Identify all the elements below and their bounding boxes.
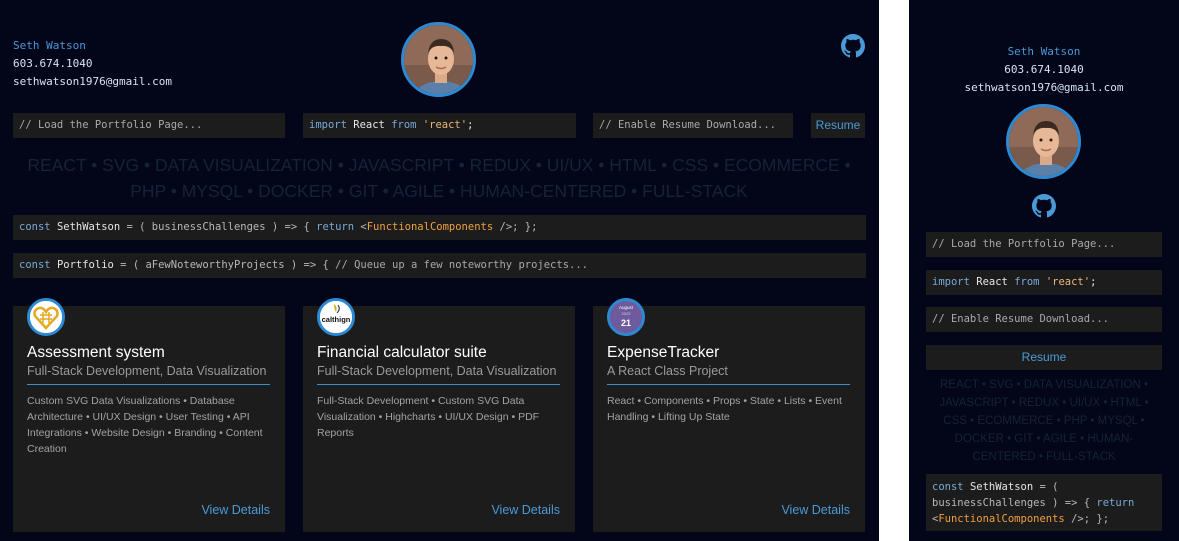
avatar: [401, 22, 476, 97]
enable-resume-text: // Enable Resume Download...: [932, 313, 1110, 325]
view-details-link[interactable]: View Details: [491, 503, 560, 517]
const-keyword: const: [932, 481, 964, 493]
enable-resume-text: // Enable Resume Download...: [599, 119, 777, 131]
load-portfolio-bar[interactable]: // Load the Portfolio Page...: [13, 113, 285, 138]
divider: [27, 384, 270, 385]
project-card[interactable]: August 2022 21 ExpenseTracker A React Cl…: [593, 298, 865, 532]
function-name: SethWatson: [969, 481, 1034, 493]
mobile-view: Seth Watson 603.674.1040 sethwatson1976@…: [909, 0, 1179, 541]
contact-name: Seth Watson: [13, 39, 86, 52]
avatar: [1006, 104, 1081, 179]
load-portfolio-text: // Load the Portfolio Page...: [932, 238, 1116, 250]
import-from: from: [391, 119, 417, 131]
function-name: SethWatson: [56, 221, 121, 233]
load-portfolio-text: // Load the Portfolio Page...: [19, 119, 203, 131]
desktop-view: Seth Watson 603.674.1040 sethwatson1976@…: [0, 0, 879, 541]
contact-phone[interactable]: 603.674.1040: [909, 61, 1179, 79]
portfolio-code-line: const Portfolio = ( aFewNoteworthyProjec…: [13, 253, 866, 278]
skills-list: REACT • SVG • DATA VISUALIZATION • JAVAS…: [27, 155, 851, 201]
jsx-component-name: FunctionalComponents: [938, 513, 1065, 525]
project-subtitle: Full-Stack Development, Data Visualizati…: [27, 364, 267, 378]
contact-info: Seth Watson 603.674.1040 sethwatson1976@…: [13, 37, 172, 91]
calthign-logo-icon: calthign: [317, 298, 355, 336]
project-title: Assessment system: [27, 344, 165, 361]
import-react: React: [976, 276, 1008, 288]
project-title: Financial calculator suite: [317, 344, 487, 361]
jsx-component-name: FunctionalComponents: [366, 221, 494, 233]
contact-phone[interactable]: 603.674.1040: [13, 55, 172, 73]
function-signature: = ( aFewNoteworthyProjects ) => {: [120, 259, 329, 271]
return-keyword: return: [1096, 497, 1135, 509]
github-icon[interactable]: [841, 34, 865, 58]
gold-heart-knot-icon: [27, 298, 65, 336]
logo-text: calthign: [322, 315, 351, 324]
const-keyword: const: [19, 259, 51, 271]
contact-email[interactable]: sethwatson1976@gmail.com: [13, 73, 172, 91]
project-card[interactable]: calthign Financial calculator suite Full…: [303, 298, 575, 532]
project-description: Full-Stack Development • Custom SVG Data…: [317, 395, 540, 439]
enable-resume-bar[interactable]: // Enable Resume Download...: [926, 307, 1162, 332]
project-description: Custom SVG Data Visualizations • Databas…: [27, 395, 263, 455]
return-keyword: return: [316, 221, 355, 233]
seth-watson-code-line: const SethWatson = ( businessChallenges …: [13, 215, 866, 240]
function-name: Portfolio: [56, 259, 114, 271]
skills-list: REACT • SVG • DATA VISUALIZATION • JAVAS…: [939, 379, 1149, 463]
jsx-close: />; };: [493, 221, 538, 233]
github-icon[interactable]: [1032, 194, 1056, 218]
calendar-year: 2022: [622, 311, 632, 316]
import-semicolon: ;: [467, 119, 474, 131]
calendar-month: August: [619, 305, 634, 310]
seth-watson-code-line: const SethWatson = ( businessChallenges …: [926, 474, 1162, 531]
import-from: from: [1014, 276, 1040, 288]
function-signature: = ( businessChallenges ) => {: [126, 221, 310, 233]
view-details-link[interactable]: View Details: [201, 503, 270, 517]
calendar-day: 21: [621, 318, 631, 328]
const-keyword: const: [19, 221, 51, 233]
enable-resume-bar[interactable]: // Enable Resume Download...: [593, 113, 793, 138]
contact-email[interactable]: sethwatson1976@gmail.com: [909, 79, 1179, 97]
import-keyword: import: [932, 276, 970, 288]
divider: [607, 384, 850, 385]
import-source: 'react': [422, 119, 468, 131]
divider: [317, 384, 560, 385]
calendar-date-icon: August 2022 21: [607, 298, 645, 336]
project-subtitle: Full-Stack Development, Data Visualizati…: [317, 364, 557, 378]
import-semicolon: ;: [1090, 276, 1097, 288]
profile-photo: [1009, 107, 1078, 176]
jsx-close: />; };: [1064, 513, 1110, 525]
project-subtitle: A React Class Project: [607, 364, 728, 378]
profile-photo: [404, 25, 473, 94]
import-keyword: import: [309, 119, 347, 131]
view-details-link[interactable]: View Details: [781, 503, 850, 517]
project-card[interactable]: Assessment system Full-Stack Development…: [13, 298, 285, 532]
import-react: React: [353, 119, 385, 131]
load-portfolio-bar[interactable]: // Load the Portfolio Page...: [926, 232, 1162, 257]
contact-name: Seth Watson: [1007, 45, 1081, 58]
resume-button[interactable]: Resume: [811, 113, 865, 138]
import-react-bar: import React from 'react';: [303, 113, 576, 138]
contact-info: Seth Watson 603.674.1040 sethwatson1976@…: [909, 43, 1179, 97]
import-source: 'react': [1045, 276, 1091, 288]
code-comment: // Queue up a few noteworthy projects...: [335, 259, 588, 271]
import-react-bar: import React from 'react';: [926, 270, 1162, 295]
project-description: React • Components • Props • State • Lis…: [607, 395, 842, 423]
project-title: ExpenseTracker: [607, 344, 720, 361]
resume-button[interactable]: Resume: [926, 345, 1162, 370]
